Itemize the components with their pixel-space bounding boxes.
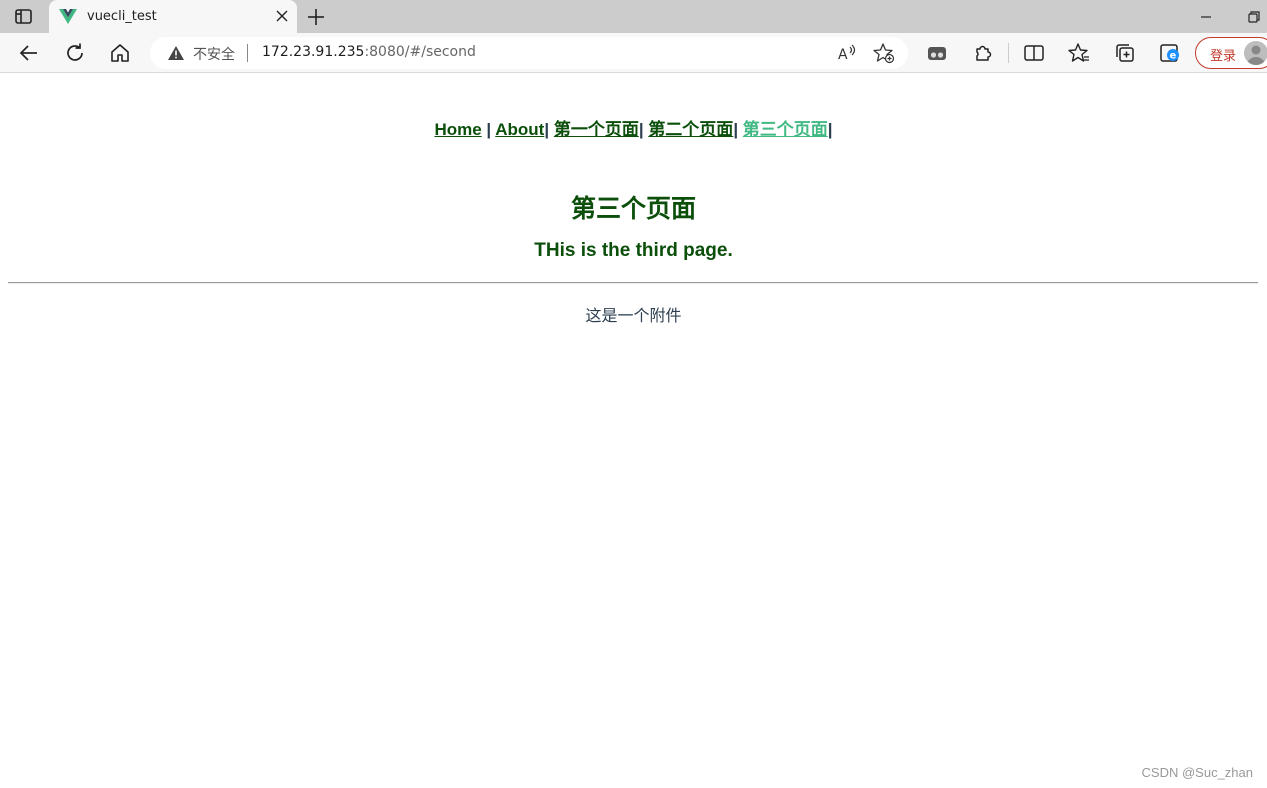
svg-text:e: e xyxy=(1170,51,1177,62)
split-screen-icon[interactable] xyxy=(1022,41,1046,65)
url-text[interactable]: 172.23.91.235:8080/#/second xyxy=(262,44,476,60)
extensions-icon[interactable] xyxy=(971,41,995,65)
nav-separator: | xyxy=(638,120,649,139)
nav-separator: | xyxy=(481,120,496,139)
address-bar[interactable]: 不安全 172.23.91.235:8080/#/second A xyxy=(150,37,908,69)
browser-toolbar: 不安全 172.23.91.235:8080/#/second A e 登录 xyxy=(0,33,1267,73)
nav-link-4[interactable]: 第三个页面 xyxy=(743,120,828,139)
page-heading: 第三个页面 xyxy=(570,195,696,223)
browser-tab-active[interactable]: vuecli_test xyxy=(49,0,297,33)
nav-separator: | xyxy=(733,120,743,139)
nav-link-2[interactable]: 第一个页面 xyxy=(554,120,639,139)
divider xyxy=(8,282,1258,284)
watermark: CSDN @Suc_zhan xyxy=(1141,765,1253,780)
nav-link-0[interactable]: Home xyxy=(434,120,481,139)
restore-icon[interactable] xyxy=(1245,9,1263,25)
attachment-text: 这是一个附件 xyxy=(585,308,682,325)
login-button[interactable]: 登录 xyxy=(1195,37,1267,69)
avatar xyxy=(1244,41,1267,65)
favorites-icon[interactable] xyxy=(1067,41,1091,65)
ie-mode-icon[interactable]: e xyxy=(1158,41,1182,65)
nav-separator: | xyxy=(544,120,554,139)
tab-strip: vuecli_test xyxy=(0,0,1267,33)
collections-icon[interactable] xyxy=(1113,41,1137,65)
home-icon[interactable] xyxy=(108,41,132,65)
add-favorite-icon[interactable] xyxy=(873,42,895,64)
back-arrow-icon[interactable] xyxy=(17,41,41,65)
plus-icon[interactable] xyxy=(305,6,327,28)
tab-actions-icon[interactable] xyxy=(14,8,34,25)
nav-link-1[interactable]: About xyxy=(495,120,544,139)
url-path: :8080/#/second xyxy=(364,44,476,60)
svg-text:A: A xyxy=(838,47,848,63)
nav-separator: | xyxy=(827,120,833,139)
toolbar-divider xyxy=(1008,43,1009,63)
warning-icon[interactable] xyxy=(167,45,185,61)
security-label[interactable]: 不安全 xyxy=(193,44,235,64)
nav-link-3[interactable]: 第二个页面 xyxy=(648,120,733,139)
vue-logo-icon xyxy=(59,9,77,24)
tab-title: vuecli_test xyxy=(87,9,157,24)
tab-groups-icon[interactable] xyxy=(925,41,949,65)
minimize-icon[interactable] xyxy=(1197,9,1215,25)
address-divider xyxy=(247,44,248,62)
read-aloud-icon[interactable]: A xyxy=(836,42,858,64)
page-content: Home | About| 第一个页面| 第二个页面| 第三个页面| 第三个页面… xyxy=(0,74,1267,788)
nav-bar: Home | About| 第一个页面| 第二个页面| 第三个页面| xyxy=(0,115,1267,140)
page-subheading: THis is the third page. xyxy=(534,240,733,261)
close-icon[interactable] xyxy=(273,8,290,25)
url-host: 172.23.91.235 xyxy=(262,44,365,60)
reload-icon[interactable] xyxy=(63,41,87,65)
login-label: 登录 xyxy=(1210,49,1237,64)
